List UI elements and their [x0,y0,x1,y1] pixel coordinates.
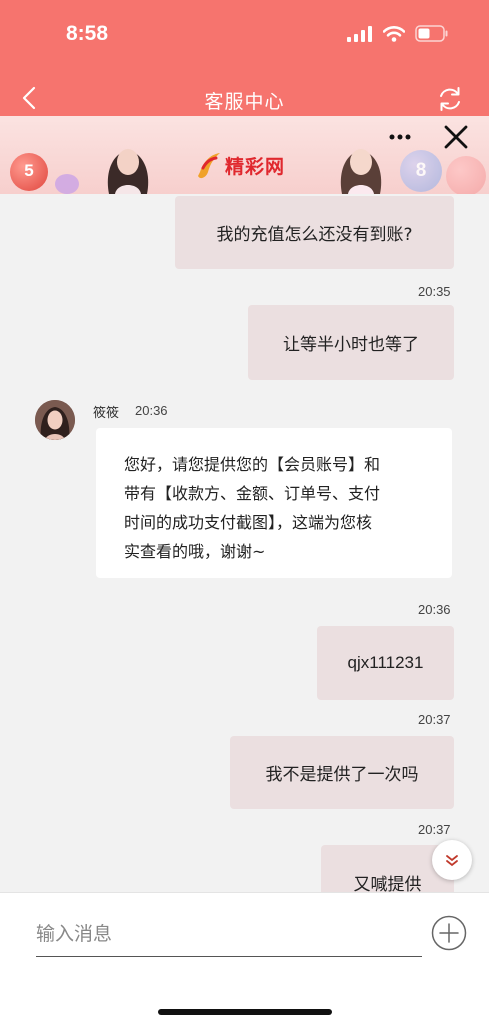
app-header: 8:58 客服中心 [0,0,489,116]
message-bubble-outgoing[interactable]: 让等半小时也等了 [248,305,454,380]
sender-name: 筱筱 [93,406,120,421]
message-bubble-outgoing[interactable]: 我不是提供了一次吗 [230,736,454,809]
message-timestamp: 20:36 [135,403,168,418]
agent-avatar-image [35,400,75,440]
battery-icon [415,25,448,42]
message-line: 时间的成功支付截图】，这端为您核 [124,513,373,532]
status-icons [347,25,449,42]
message-input[interactable] [36,911,422,957]
avatar[interactable] [35,400,75,440]
signal-icon [347,25,372,42]
model-image [107,149,149,194]
decorative-bubble-icon [55,174,79,194]
status-time: 8:58 [66,22,109,45]
page-title: 客服中心 [204,91,285,113]
message-bubble-incoming[interactable]: 您好，请您提供您的【会员账号】和 带有【收款方、金额、订单号、支付 时间的成功支… [96,428,452,578]
lottery-ball-icon: 8 [400,150,442,192]
chat-message-list[interactable]: 我的充值怎么还没有到账? 20:35 让等半小时也等了 筱筱 20:36 您好，… [0,194,489,892]
message-timestamp: 20:37 [418,822,451,837]
logo-swoosh-icon [198,153,220,179]
message-composer [0,892,489,1023]
message-timestamp: 20:36 [418,602,451,617]
attach-button[interactable] [431,915,467,951]
message-timestamp: 20:37 [418,712,451,727]
promo-banner[interactable]: 5 精彩网 8 [0,116,489,194]
message-line: 带有【收款方、金额、订单号、支付 [124,484,381,503]
refresh-icon [440,87,460,111]
more-button[interactable] [385,122,415,152]
home-indicator[interactable] [158,1009,332,1015]
wifi-icon [383,25,405,42]
more-dots-icon [389,134,411,140]
logo-text: 精彩网 [225,155,286,178]
close-icon [444,125,468,149]
plus-circle-icon [431,915,467,951]
lottery-ball-icon: 5 [10,153,48,191]
message-bubble-outgoing[interactable]: qjx111231 [317,626,454,700]
brand-logo: 精彩网 [196,150,285,180]
refresh-button[interactable] [435,84,465,114]
close-button[interactable] [441,122,471,152]
scroll-to-bottom-button[interactable] [432,840,472,880]
message-timestamp: 20:35 [418,284,451,299]
decorative-bubble-icon [446,156,486,194]
message-bubble-outgoing[interactable]: 我的充值怎么还没有到账? [175,196,454,269]
double-chevron-down-icon [446,855,458,867]
message-line: 实查看的哦，谢谢~ [124,542,266,561]
message-line: 您好，请您提供您的【会员账号】和 [124,455,381,474]
